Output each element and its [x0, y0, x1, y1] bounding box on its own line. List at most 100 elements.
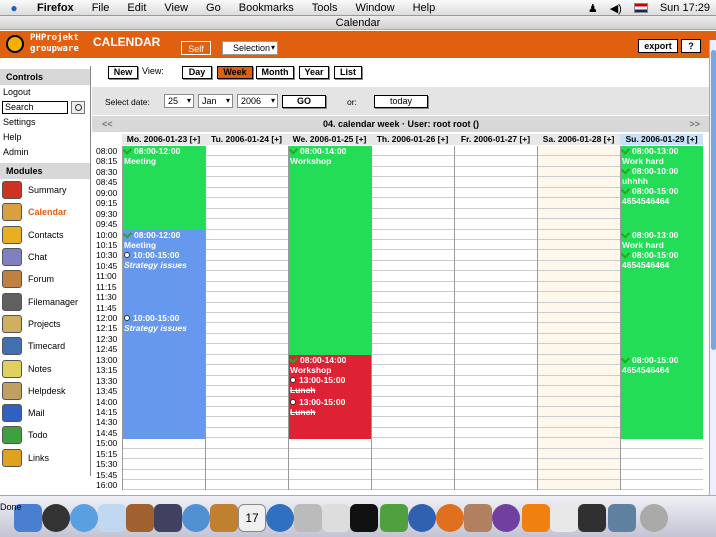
time-slot[interactable] [455, 407, 537, 418]
time-slot[interactable] [455, 376, 537, 387]
time-slot[interactable] [206, 198, 288, 209]
menu-window[interactable]: Window [346, 2, 403, 14]
time-slot[interactable] [372, 459, 454, 470]
time-slot[interactable] [206, 146, 288, 157]
user-icon[interactable]: ♟ [588, 2, 598, 15]
time-slot[interactable] [206, 209, 288, 220]
time-slot[interactable] [538, 177, 620, 188]
monitor-dock-icon[interactable] [578, 504, 606, 532]
time-slot[interactable] [455, 470, 537, 480]
time-slot[interactable] [206, 459, 288, 470]
time-slot[interactable] [455, 480, 537, 491]
time-slot[interactable] [455, 230, 537, 240]
time-slot[interactable] [206, 167, 288, 178]
trash-dock-icon[interactable] [640, 504, 668, 532]
time-slot[interactable] [538, 344, 620, 355]
time-slot[interactable] [206, 303, 288, 313]
time-slot[interactable] [372, 292, 454, 303]
time-slot[interactable] [372, 282, 454, 293]
time-slot[interactable] [455, 198, 537, 209]
sidebar-link-help[interactable]: Help [0, 130, 90, 145]
time-slot[interactable] [538, 448, 620, 460]
time-slot[interactable] [289, 438, 371, 449]
calendar-event[interactable]: 08:00-14:00 Workshop 13:00-15:00 Lunch [289, 355, 371, 397]
time-slot[interactable] [455, 449, 537, 460]
time-slot[interactable] [538, 260, 620, 272]
time-slot[interactable] [206, 449, 288, 460]
time-slot[interactable] [372, 449, 454, 460]
time-slot[interactable] [206, 480, 288, 491]
time-slot[interactable] [455, 167, 537, 178]
sidebar-link-settings[interactable]: Settings [0, 115, 90, 130]
time-slot[interactable] [455, 323, 537, 334]
menu-firefox[interactable]: Firefox [28, 2, 83, 14]
time-slot[interactable] [372, 470, 454, 480]
sidebar-item-filemanager[interactable]: Filemanager [0, 290, 90, 312]
menu-help[interactable]: Help [404, 2, 445, 14]
time-slot[interactable] [538, 406, 620, 418]
time-slot[interactable] [372, 303, 454, 313]
time-slot[interactable] [621, 438, 703, 449]
time-slot[interactable] [372, 407, 454, 418]
today-button[interactable]: today [374, 95, 428, 108]
time-slot[interactable] [206, 365, 288, 376]
garageband-dock-icon[interactable] [210, 504, 238, 532]
time-slot[interactable] [372, 323, 454, 334]
time-slot[interactable] [206, 438, 288, 449]
scrollbar-thumb[interactable] [711, 50, 716, 350]
new-button[interactable]: New [108, 66, 138, 79]
view-month-button[interactable]: Month [256, 66, 294, 79]
time-slot[interactable] [206, 323, 288, 334]
day-header[interactable]: Su. 2006-01-29 [+] [620, 134, 703, 145]
time-slot[interactable] [455, 240, 537, 251]
sidebar-link-admin[interactable]: Admin [0, 145, 90, 160]
time-slot[interactable] [206, 344, 288, 355]
time-slot[interactable] [455, 292, 537, 303]
sidebar-item-calendar[interactable]: Calendar [0, 201, 90, 223]
time-slot[interactable] [372, 219, 454, 230]
help-button[interactable]: ? [681, 39, 701, 53]
day-header[interactable]: Sa. 2006-01-28 [+] [537, 134, 620, 145]
time-slot[interactable] [455, 219, 537, 230]
time-slot[interactable] [372, 240, 454, 251]
time-slot[interactable] [206, 428, 288, 439]
time-slot[interactable] [455, 428, 537, 439]
time-slot[interactable] [372, 146, 454, 157]
time-slot[interactable] [538, 480, 620, 491]
time-slot[interactable] [621, 459, 703, 470]
calendar-event[interactable]: 10:00-15:00 Strategy issues [123, 313, 205, 439]
time-slot[interactable] [538, 219, 620, 230]
time-slot[interactable] [372, 397, 454, 407]
apple-icon[interactable]: ● [0, 1, 28, 15]
time-slot[interactable] [455, 177, 537, 188]
volume-icon[interactable]: ◀) [610, 2, 622, 15]
time-slot[interactable] [372, 365, 454, 376]
time-slot[interactable] [455, 397, 537, 407]
sidebar-link-logout[interactable]: Logout [0, 85, 90, 100]
time-slot[interactable] [372, 261, 454, 272]
menu-tools[interactable]: Tools [303, 2, 347, 14]
time-slot[interactable] [206, 188, 288, 199]
time-slot[interactable] [206, 407, 288, 418]
time-slot[interactable] [206, 313, 288, 324]
time-slot[interactable] [206, 386, 288, 397]
prev-week-link[interactable]: << [102, 116, 113, 132]
time-slot[interactable] [538, 323, 620, 334]
ical-dock-icon[interactable]: 17 [238, 504, 266, 532]
time-slot[interactable] [455, 261, 537, 272]
day-header[interactable]: We. 2006-01-25 [+] [288, 134, 371, 145]
time-slot[interactable] [538, 229, 620, 240]
calendar-event[interactable]: 13:00-15:00 Lunch [289, 396, 371, 439]
time-slot[interactable] [455, 156, 537, 167]
time-slot[interactable] [455, 146, 537, 157]
time-slot[interactable] [455, 271, 537, 282]
time-slot[interactable] [206, 470, 288, 480]
menu-file[interactable]: File [83, 2, 119, 14]
sidebar-item-projects[interactable]: Projects [0, 313, 90, 335]
time-slot[interactable] [621, 480, 703, 491]
time-slot[interactable] [538, 375, 620, 387]
month-select[interactable]: Jan [198, 94, 233, 108]
vlc-dock-icon[interactable] [522, 504, 550, 532]
time-slot[interactable] [206, 397, 288, 407]
time-slot[interactable] [538, 427, 620, 439]
